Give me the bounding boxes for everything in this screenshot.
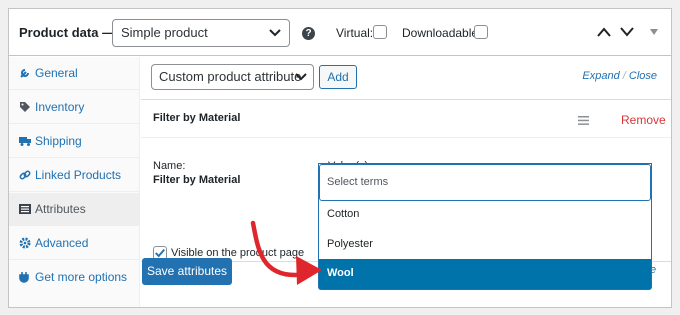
help-icon[interactable]: ?	[302, 27, 315, 40]
dropdown-option-polyester[interactable]: Polyester	[319, 230, 651, 260]
link-icon	[19, 170, 31, 180]
terms-search-placeholder: Select terms	[327, 176, 389, 188]
virtual-label: Virtual:	[336, 26, 374, 40]
list-icon	[19, 204, 31, 214]
tab-inventory-label: Inventory	[35, 100, 85, 114]
tab-attributes[interactable]: Attributes	[9, 193, 140, 226]
tab-general[interactable]: General	[9, 57, 140, 90]
name-label: Name:	[153, 160, 186, 172]
dropdown-option-label: Wool	[327, 267, 354, 279]
gear-icon	[19, 237, 31, 249]
plugin-icon	[19, 272, 29, 283]
remove-attribute-link[interactable]: Remove	[621, 113, 666, 127]
tab-get-more-options[interactable]: Get more options	[9, 261, 140, 294]
tag-icon	[20, 102, 30, 112]
dropdown-option-cotton[interactable]: Cotton	[319, 200, 651, 230]
tab-inventory[interactable]: Inventory	[9, 91, 140, 124]
downloadable-checkbox[interactable]	[474, 25, 488, 39]
dropdown-option-wool[interactable]: Wool	[319, 259, 651, 289]
attribute-title: Filter by Material	[153, 112, 241, 124]
partial-link-text: e	[650, 264, 657, 276]
tab-general-label: General	[35, 66, 78, 80]
attribute-header[interactable]: Filter by Material Remove	[141, 100, 671, 138]
close-link[interactable]: Close	[629, 70, 657, 82]
dropdown-option-label: Polyester	[327, 238, 373, 250]
panel-title: Product data —	[19, 25, 116, 40]
attribute-type-value: Custom product attribute	[159, 69, 302, 84]
tab-linked-products[interactable]: Linked Products	[9, 159, 140, 192]
product-type-select[interactable]: Simple product	[112, 19, 290, 47]
chevron-down-icon[interactable]	[620, 27, 634, 37]
tab-advanced-label: Advanced	[35, 236, 89, 250]
tab-attributes-label: Attributes	[35, 202, 86, 216]
tab-linked-products-label: Linked Products	[35, 168, 122, 182]
chevron-down-icon	[269, 29, 281, 37]
drag-handle-icon[interactable]	[578, 116, 589, 125]
tab-advanced[interactable]: Advanced	[9, 227, 140, 260]
downloadable-label: Downloadable:	[402, 26, 482, 40]
dropdown-option-label: Cotton	[327, 208, 360, 220]
expand-link[interactable]: Expand	[582, 70, 619, 82]
terms-search-input[interactable]: Select terms	[319, 164, 651, 201]
truck-icon	[19, 137, 31, 146]
tab-shipping-label: Shipping	[35, 134, 82, 148]
collapse-toggle-icon[interactable]	[649, 27, 659, 37]
chevron-down-icon	[295, 73, 307, 81]
product-type-value: Simple product	[121, 25, 208, 40]
product-data-header: Product data — Simple product ? Virtual:…	[9, 9, 671, 56]
terms-dropdown[interactable]: Select terms Cotton Polyester Wool	[318, 163, 652, 290]
add-attribute-button[interactable]: Add	[319, 65, 357, 89]
tab-shipping[interactable]: Shipping	[9, 125, 140, 158]
product-data-tabs: General Inventory Shipping Linked Produc…	[9, 57, 140, 307]
expand-close-links: Expand / Close	[582, 70, 657, 82]
attribute-type-select[interactable]: Custom product attribute	[151, 64, 314, 90]
wrench-icon	[20, 69, 29, 78]
link-separator: /	[622, 70, 626, 82]
chevron-up-icon[interactable]	[597, 27, 611, 37]
name-value: Filter by Material	[153, 174, 241, 186]
tab-get-more-options-label: Get more options	[35, 270, 128, 284]
virtual-checkbox[interactable]	[373, 25, 387, 39]
save-attributes-button[interactable]: Save attributes	[142, 258, 232, 285]
